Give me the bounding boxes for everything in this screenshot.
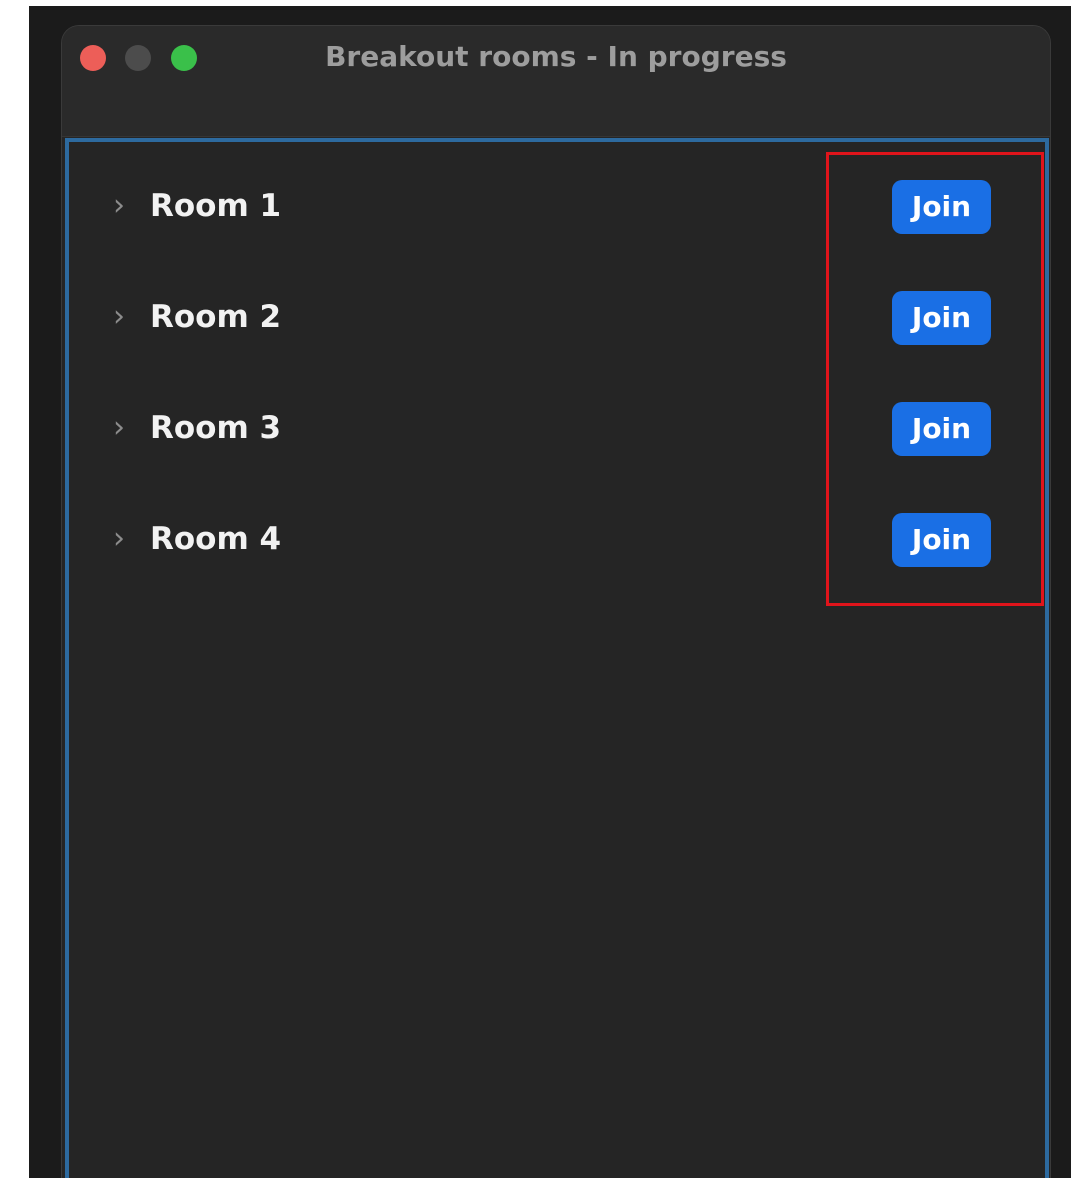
join-room-4-button[interactable]: Join	[892, 513, 991, 567]
join-room-1-button[interactable]: Join	[892, 180, 991, 234]
rooms-list-panel: › Room 1 Join › Room 2 Join › Room 3 Joi…	[65, 138, 1049, 1178]
room-row-1[interactable]: › Room 1 Join	[69, 178, 1045, 234]
join-room-2-button[interactable]: Join	[892, 291, 991, 345]
window-title: Breakout rooms - In progress	[325, 40, 787, 73]
chevron-right-icon[interactable]: ›	[113, 410, 125, 446]
room-row-2[interactable]: › Room 2 Join	[69, 289, 1045, 345]
room-label: Room 1	[150, 188, 282, 224]
room-row-4[interactable]: › Room 4 Join	[69, 511, 1045, 567]
room-label: Room 2	[150, 299, 282, 335]
room-label: Room 3	[150, 410, 282, 446]
chevron-right-icon[interactable]: ›	[113, 188, 125, 224]
title-bar: Breakout rooms - In progress	[62, 26, 1050, 137]
room-label: Room 4	[150, 521, 282, 557]
chevron-right-icon[interactable]: ›	[113, 299, 125, 335]
chevron-right-icon[interactable]: ›	[113, 521, 125, 557]
room-row-3[interactable]: › Room 3 Join	[69, 400, 1045, 456]
join-room-3-button[interactable]: Join	[892, 402, 991, 456]
